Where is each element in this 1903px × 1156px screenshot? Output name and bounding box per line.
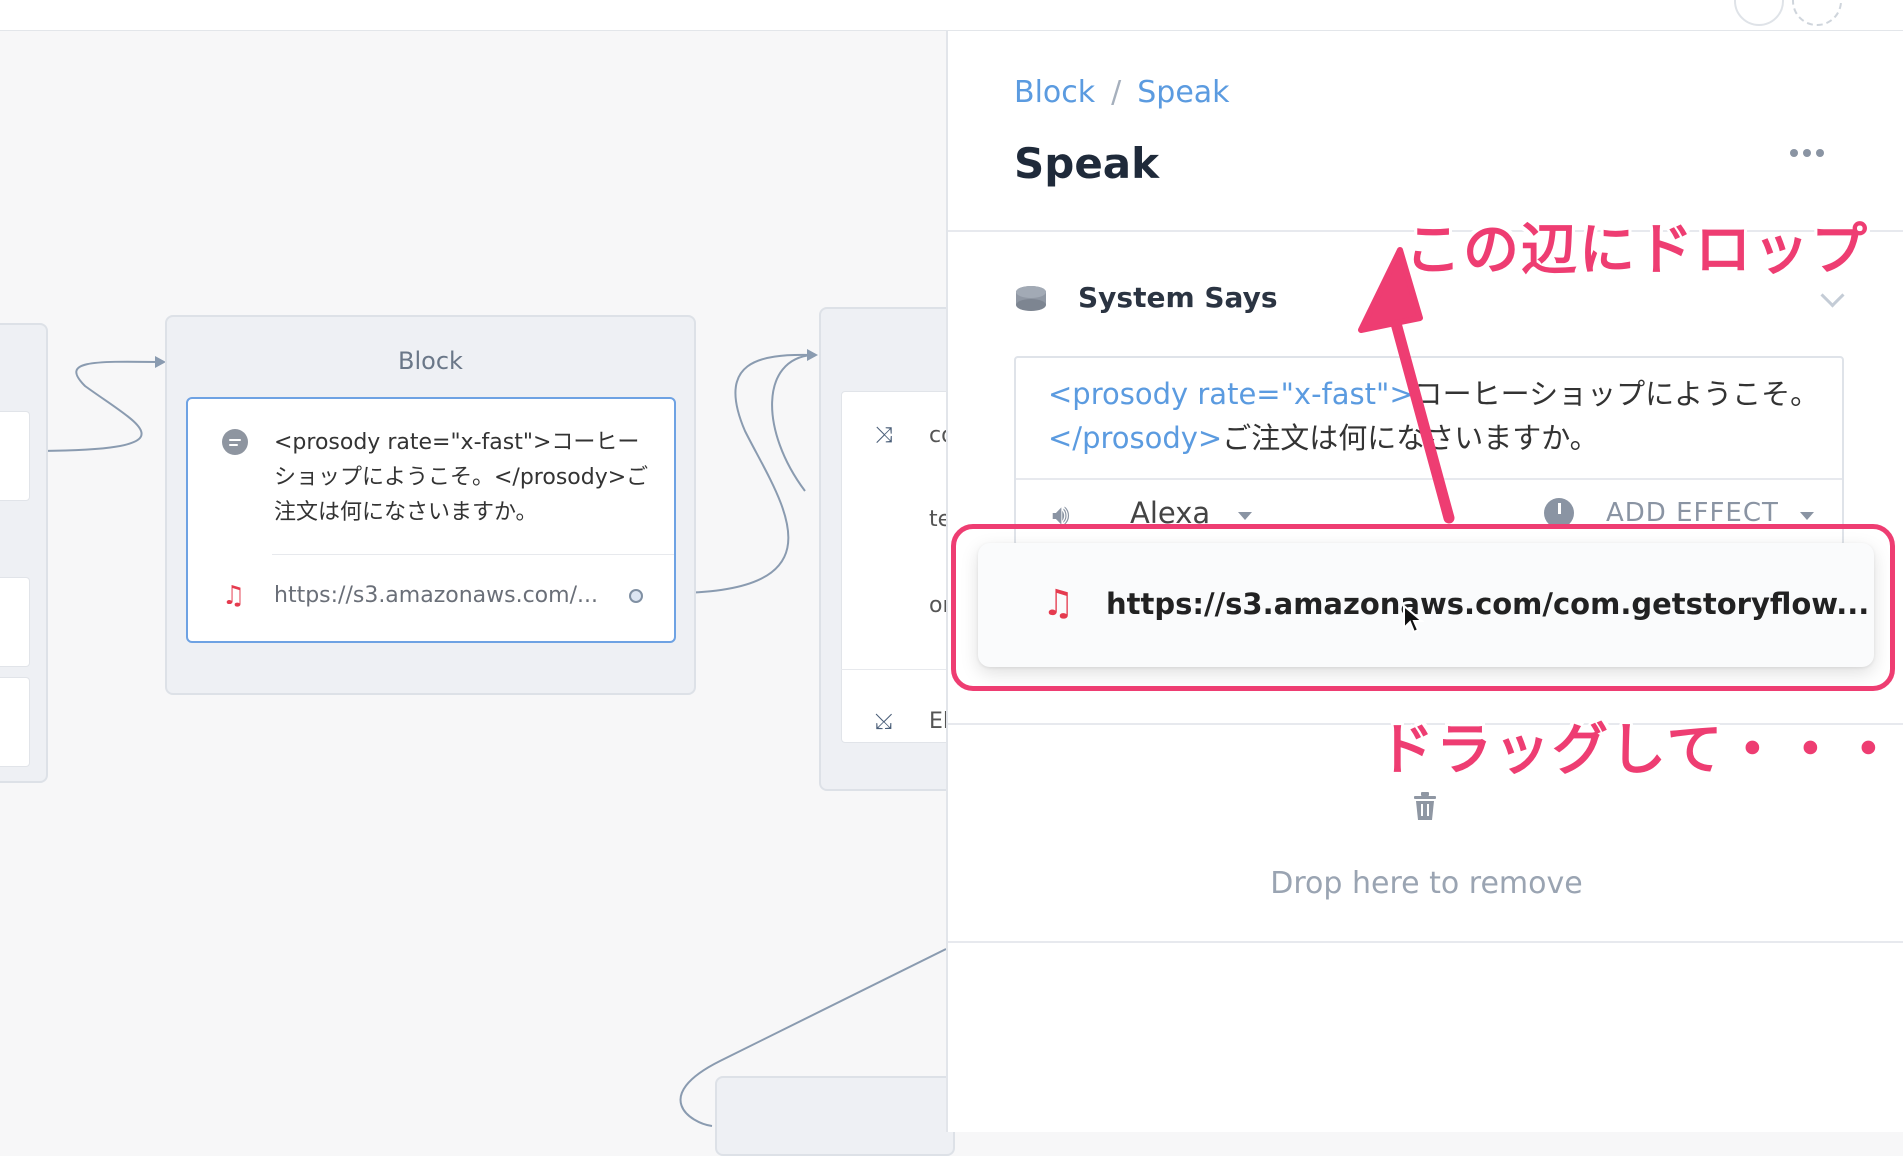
mouse-cursor-icon bbox=[1403, 604, 1424, 634]
flow-node-left[interactable] bbox=[0, 323, 48, 783]
drop-to-remove-zone[interactable]: Drop here to remove bbox=[948, 866, 1903, 901]
caret-down-icon bbox=[1800, 512, 1814, 520]
shuffle-icon: ⤨ bbox=[875, 423, 893, 448]
page-title: Speak bbox=[1014, 139, 1160, 188]
speaker-device-icon bbox=[1016, 286, 1046, 311]
flow-node-bottom[interactable] bbox=[715, 1076, 955, 1156]
music-note-icon: ♫ bbox=[222, 581, 246, 611]
speak-step[interactable]: <prosody rate="x-fast">コーヒーショップにようこそ。</p… bbox=[186, 397, 676, 643]
shuffle-icon: ⤩ bbox=[875, 709, 893, 734]
more-icon[interactable] bbox=[1790, 149, 1826, 159]
speech-bubble-icon bbox=[222, 429, 248, 455]
divider bbox=[948, 941, 1903, 943]
speak-text: <prosody rate="x-fast">コーヒーショップにようこそ。</p… bbox=[274, 430, 649, 525]
user-avatar[interactable] bbox=[1734, 0, 1784, 26]
speak-input[interactable]: <prosody rate="x-fast">コーヒーショップにようこそ。 </… bbox=[1048, 372, 1828, 460]
add-collaborator-button[interactable] bbox=[1792, 0, 1842, 26]
flow-node-block[interactable]: Block <prosody rate="x-fast">コーヒーショップによう… bbox=[165, 315, 696, 695]
divider bbox=[272, 554, 674, 555]
node-step[interactable] bbox=[0, 677, 30, 767]
flow-canvas[interactable]: Block <prosody rate="x-fast">コーヒーショップによう… bbox=[0, 31, 983, 1156]
top-bar bbox=[0, 0, 1903, 31]
output-port[interactable] bbox=[629, 589, 643, 603]
ssml-tag-open: <prosody rate="x-fast"> bbox=[1048, 377, 1414, 411]
breadcrumb-item-block[interactable]: Block bbox=[1014, 75, 1095, 110]
trash-icon bbox=[1414, 792, 1436, 820]
breadcrumb-separator: / bbox=[1111, 75, 1122, 110]
node-title: Block bbox=[398, 347, 463, 375]
section-title: System Says bbox=[1078, 281, 1278, 314]
speak-line-1: コーヒーショップにようこそ。 bbox=[1413, 377, 1820, 411]
divider bbox=[1016, 478, 1842, 480]
audio-url: https://s3.amazonaws.com/... bbox=[274, 583, 598, 608]
caret-down-icon bbox=[1238, 512, 1252, 520]
annotation-drop: この辺にドロップ bbox=[1405, 218, 1869, 283]
flow-node-choice[interactable]: ⤨ co te or ⤩ El bbox=[819, 307, 983, 791]
node-step[interactable] bbox=[0, 577, 30, 667]
breadcrumb: Block / Speak bbox=[1014, 75, 1230, 110]
speak-line-2: ご注文は何になさいますか。 bbox=[1222, 421, 1599, 455]
chevron-down-icon[interactable] bbox=[1820, 283, 1845, 308]
node-step[interactable] bbox=[0, 411, 30, 501]
breadcrumb-item-speak[interactable]: Speak bbox=[1137, 75, 1229, 110]
speak-editor[interactable]: <prosody rate="x-fast">コーヒーショップにようこそ。 </… bbox=[1014, 356, 1844, 546]
section-header[interactable]: System Says bbox=[1014, 281, 1845, 321]
annotation-drag: ドラッグして・・・ bbox=[1378, 718, 1899, 783]
ssml-tag-close: </prosody> bbox=[1048, 421, 1223, 455]
